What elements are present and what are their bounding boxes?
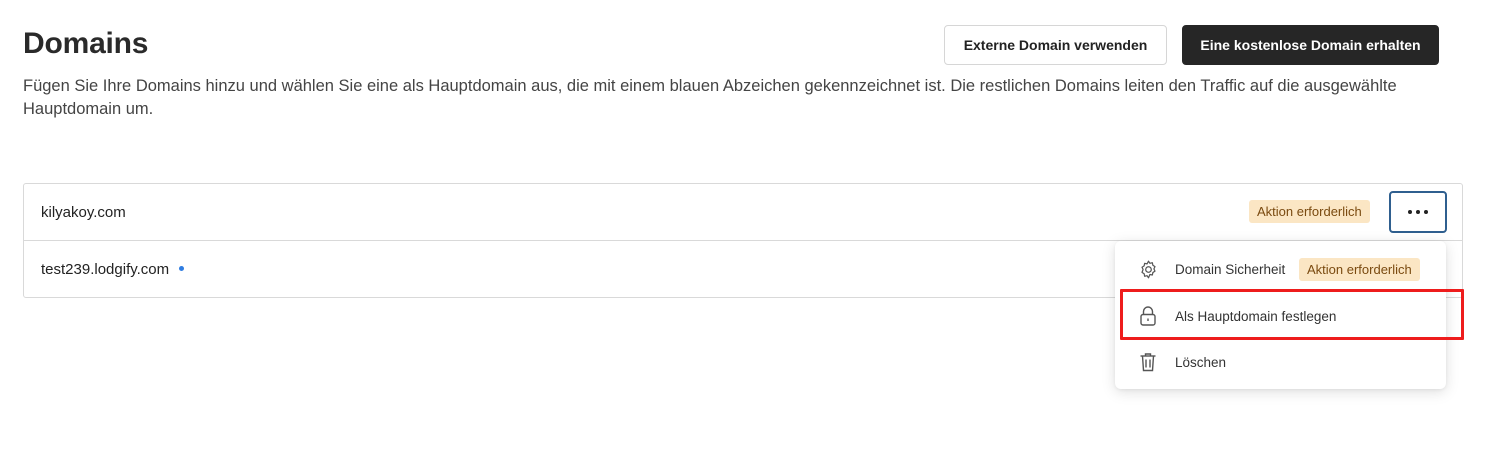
gear-icon <box>1137 258 1159 280</box>
action-required-badge: Aktion erforderlich <box>1249 200 1370 223</box>
page-title: Domains <box>23 27 149 60</box>
page-description: Fügen Sie Ihre Domains hinzu und wählen … <box>23 77 1397 118</box>
primary-domain-dot-icon <box>179 265 185 271</box>
menu-item-label: Domain Sicherheit <box>1175 261 1286 277</box>
menu-item-set-primary-domain[interactable]: Als Hauptdomain festlegen <box>1115 293 1446 339</box>
trash-icon <box>1137 351 1159 373</box>
action-required-badge: Aktion erforderlich <box>1299 257 1420 281</box>
domain-name[interactable]: test239.lodgify.com <box>41 261 169 278</box>
domain-name[interactable]: kilyakoy.com <box>41 204 126 221</box>
domain-row: kilyakoy.com Aktion erforderlich <box>24 184 1462 241</box>
use-external-domain-button[interactable]: Externe Domain verwenden <box>944 25 1167 65</box>
menu-item-delete[interactable]: Löschen <box>1115 339 1446 385</box>
menu-item-domain-security[interactable]: Domain Sicherheit Aktion erforderlich <box>1115 246 1446 292</box>
more-options-button[interactable] <box>1389 191 1447 233</box>
more-horizontal-icon <box>1408 210 1428 214</box>
get-free-domain-button[interactable]: Eine kostenlose Domain erhalten <box>1182 25 1439 65</box>
domain-name-wrapper: test239.lodgify.com <box>41 261 185 278</box>
domains-page: Domains Fügen Sie Ihre Domains hinzu und… <box>0 0 1493 464</box>
menu-item-label: Als Hauptdomain festlegen <box>1175 308 1337 324</box>
domain-actions-menu: Domain Sicherheit Aktion erforderlich Al… <box>1115 241 1446 389</box>
lock-icon <box>1137 305 1159 327</box>
menu-item-label: Löschen <box>1175 354 1227 370</box>
